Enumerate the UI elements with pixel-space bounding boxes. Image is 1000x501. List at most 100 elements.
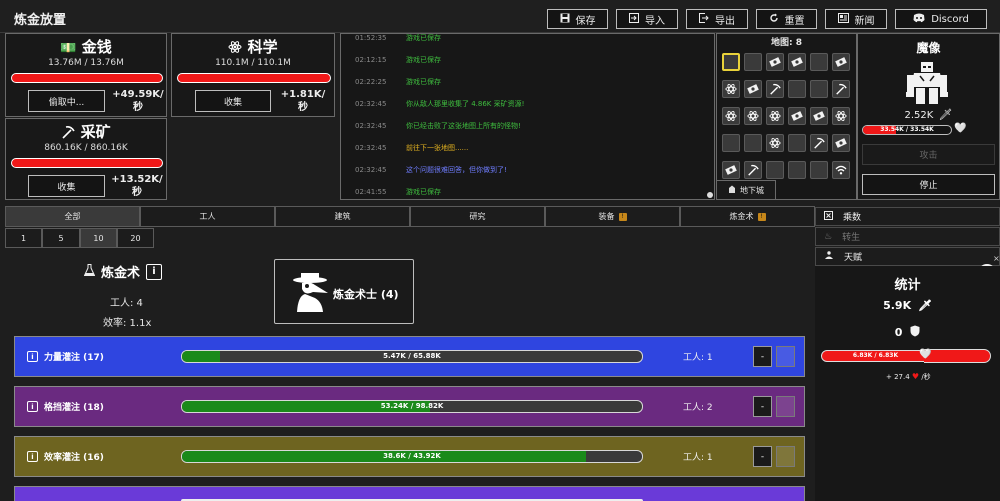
discord-button[interactable]: Discord: [895, 9, 987, 29]
qty-20[interactable]: 20: [117, 228, 154, 248]
money-panel: 💵 金钱 13.76M / 13.76M 偷取中... +49.59K/ 秒: [5, 33, 167, 117]
remove-worker-button[interactable]: -: [753, 396, 772, 417]
collect-mining-button[interactable]: 收集: [28, 175, 105, 197]
close-icon[interactable]: ×: [993, 254, 1000, 263]
money-bar: [11, 73, 163, 83]
import-label: 导入: [645, 15, 665, 27]
player-regen: + 27.4 ♥ /秒: [886, 372, 931, 381]
info-icon[interactable]: i: [27, 451, 38, 462]
atom-icon: [769, 110, 781, 122]
map-cell[interactable]: [810, 134, 828, 152]
rebirth-tab[interactable]: ♨ 转生: [815, 227, 1000, 246]
upgrade-row: i 力量灌注 (17) 5.47K / 65.88K 工人: 1 -: [14, 336, 805, 377]
mining-bar: [11, 158, 163, 168]
science-panel: 科学 110.1M / 110.1M 收集 +1.81K/ 秒: [171, 33, 335, 117]
info-icon[interactable]: i: [27, 401, 38, 412]
map-cell[interactable]: [766, 80, 784, 98]
news-button[interactable]: 新闻: [825, 9, 887, 29]
message-log[interactable]: 01:52:35 游戏已保存 02:12:15 游戏已保存 02:22:25 游戏已保…: [340, 33, 715, 200]
map-cell[interactable]: [832, 53, 850, 71]
map-cell[interactable]: [766, 134, 784, 152]
map-cell[interactable]: [744, 107, 762, 125]
map-cell[interactable]: [722, 80, 740, 98]
map-cell[interactable]: [766, 107, 784, 125]
map-cell[interactable]: [788, 80, 806, 98]
map-cell[interactable]: [788, 107, 806, 125]
mining-title: 采矿: [6, 121, 166, 142]
map-cell[interactable]: [722, 53, 740, 71]
science-bar: [177, 73, 331, 83]
tab-research[interactable]: 研究: [410, 206, 545, 227]
map-cell[interactable]: [788, 161, 806, 179]
tab-alchemy[interactable]: 炼金术!: [680, 206, 815, 227]
import-button[interactable]: 导入: [616, 9, 678, 29]
upgrade-name: i 格挡灌注 (18): [27, 400, 104, 413]
map-cell[interactable]: [744, 161, 762, 179]
atom-icon: [769, 137, 781, 149]
attack-button[interactable]: 攻击: [862, 144, 995, 165]
map-cell[interactable]: [788, 134, 806, 152]
map-cell[interactable]: [744, 53, 762, 71]
sword-icon: 🗡: [938, 108, 953, 121]
map-cell[interactable]: [832, 161, 850, 179]
log-scroll-indicator[interactable]: [707, 192, 713, 198]
map-cell[interactable]: [722, 107, 740, 125]
talent-tab[interactable]: 天赋: [815, 247, 1000, 266]
tab-buildings[interactable]: 建筑: [275, 206, 410, 227]
add-worker-button[interactable]: [776, 396, 795, 417]
qty-10[interactable]: 10: [80, 228, 117, 248]
map-cell[interactable]: [810, 107, 828, 125]
map-cell[interactable]: [744, 134, 762, 152]
add-worker-button[interactable]: [776, 346, 795, 367]
save-label: 保存: [575, 15, 596, 27]
shield-icon: [910, 325, 920, 339]
steal-button[interactable]: 偷取中...: [28, 90, 105, 112]
map-cell[interactable]: [766, 53, 784, 71]
stop-button[interactable]: 停止: [862, 174, 995, 195]
dungeon-icon: [728, 185, 736, 195]
enemy-hp-bar: 33.54K / 33.54K: [862, 125, 952, 135]
top-bar: 炼金放置 保存 导入 导出 重置 新闻 Discord: [0, 0, 1000, 33]
log-entry: 01:52:35 游戏已保存: [355, 34, 441, 42]
log-entry: 02:22:25 游戏已保存: [355, 78, 441, 86]
map-cell[interactable]: [722, 161, 740, 179]
save-button[interactable]: 保存: [547, 9, 608, 29]
map-cell[interactable]: [744, 80, 762, 98]
reset-button[interactable]: 重置: [756, 9, 817, 29]
news-label: 新闻: [854, 15, 875, 27]
science-rate: +1.81K/ 秒: [280, 89, 326, 113]
map-cell[interactable]: [832, 107, 850, 125]
tab-workers[interactable]: 工人: [140, 206, 275, 227]
remove-worker-button[interactable]: -: [753, 346, 772, 367]
money-icon: [791, 111, 803, 121]
tab-equipment[interactable]: 装备!: [545, 206, 680, 227]
map-cell[interactable]: [810, 53, 828, 71]
hire-alchemist-button[interactable]: 炼金术士 (4): [274, 259, 414, 324]
map-cell[interactable]: [832, 134, 850, 152]
info-icon[interactable]: i: [146, 263, 163, 280]
collect-science-button[interactable]: 收集: [195, 90, 271, 112]
info-icon[interactable]: i: [27, 351, 38, 362]
map-cell[interactable]: [788, 53, 806, 71]
upgrade-row: i 格挡灌注 (18) 53.24K / 98.82K 工人: 2 -: [14, 386, 805, 427]
map-cell[interactable]: [722, 134, 740, 152]
map-cell[interactable]: [832, 80, 850, 98]
map-cell[interactable]: [766, 161, 784, 179]
tab-all[interactable]: 全部: [5, 206, 140, 227]
upgrade-progress-bar: 53.24K / 98.82K: [181, 400, 643, 413]
atom-icon: [835, 110, 847, 122]
dungeon-tab[interactable]: 地下城: [716, 180, 776, 200]
export-button[interactable]: 导出: [686, 9, 748, 29]
qty-5[interactable]: 5: [42, 228, 80, 248]
qty-1[interactable]: 1: [5, 228, 42, 248]
job-workers: 工人: 4: [110, 298, 143, 309]
multiplier-tab[interactable]: 乘数: [815, 207, 1000, 226]
remove-worker-button[interactable]: -: [753, 446, 772, 467]
sword-icon: 🗡: [917, 299, 932, 312]
add-worker-button[interactable]: [776, 446, 795, 467]
map-cell[interactable]: [810, 80, 828, 98]
map-cell[interactable]: [810, 161, 828, 179]
log-entry: 02:12:15 游戏已保存: [355, 56, 441, 64]
log-entry: 02:41:55 游戏已保存: [355, 188, 441, 196]
category-tabs: 全部 工人 建筑 研究 装备! 炼金术!: [5, 206, 815, 227]
